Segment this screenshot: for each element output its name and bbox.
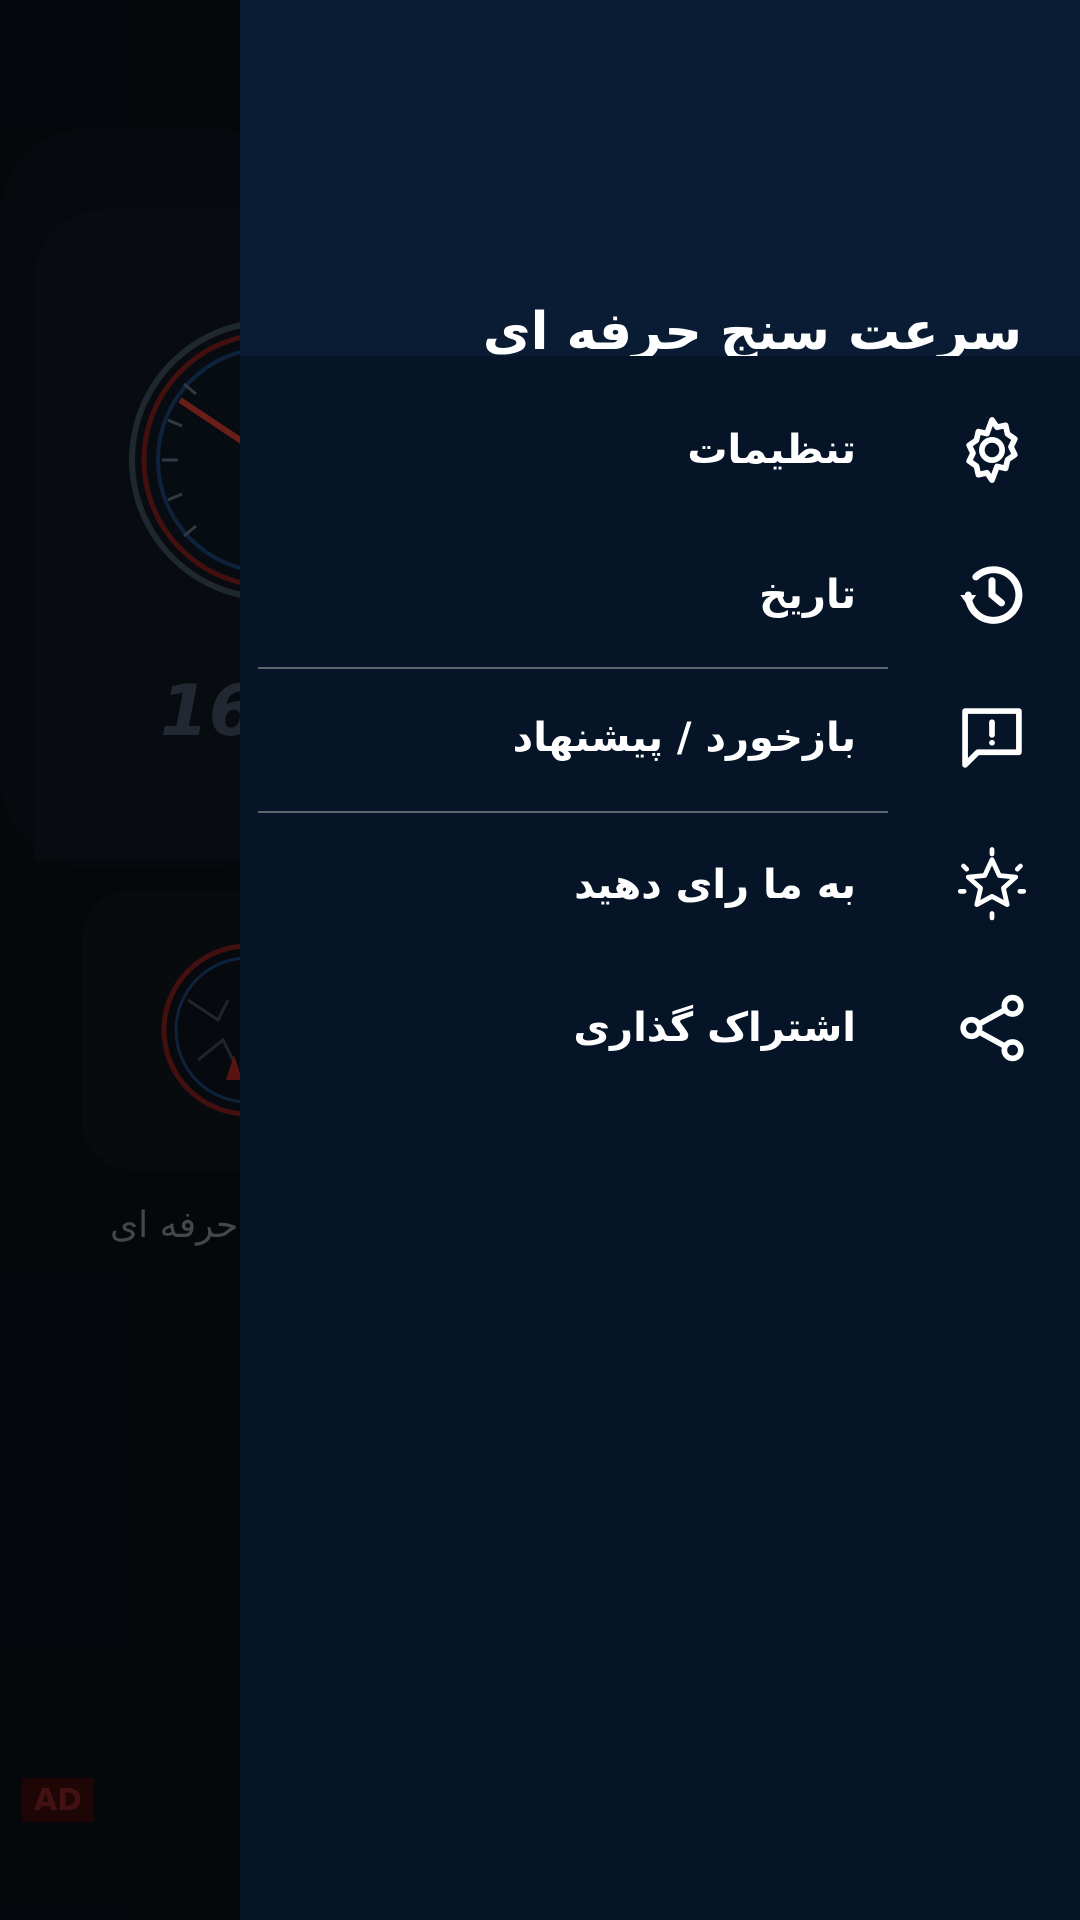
drawer-header: سرعت سنج حرفه ای bbox=[240, 0, 1080, 362]
share-icon bbox=[952, 988, 1032, 1068]
navigation-drawer: سرعت سنج حرفه ای تنظیمات تاریخ بازخورد /… bbox=[240, 0, 1080, 1920]
drawer-title: سرعت سنج حرفه ای bbox=[482, 302, 1022, 362]
feedback-icon bbox=[952, 698, 1032, 778]
menu-item-settings[interactable]: تنظیمات bbox=[240, 380, 1080, 520]
menu-item-history[interactable]: تاریخ bbox=[240, 525, 1080, 665]
menu-divider bbox=[258, 811, 888, 813]
menu-item-label: تنظیمات bbox=[687, 427, 856, 473]
menu-item-share[interactable]: اشتراک گذاری bbox=[240, 958, 1080, 1098]
history-icon bbox=[952, 555, 1032, 635]
menu-item-label: به ما رای دهید bbox=[574, 862, 856, 908]
menu-item-label: بازخورد / پیشنهاد bbox=[512, 715, 856, 761]
menu-item-feedback[interactable]: بازخورد / پیشنهاد bbox=[240, 668, 1080, 808]
app-root: 16 حرفه ای AD سرعت سنج حرفه ای تنظیمات ت… bbox=[0, 0, 1080, 1920]
menu-item-label: تاریخ bbox=[759, 572, 856, 618]
star-icon bbox=[952, 845, 1032, 925]
menu-item-label: اشتراک گذاری bbox=[573, 1005, 856, 1051]
menu-item-rate[interactable]: به ما رای دهید bbox=[240, 815, 1080, 955]
gear-icon bbox=[952, 410, 1032, 490]
